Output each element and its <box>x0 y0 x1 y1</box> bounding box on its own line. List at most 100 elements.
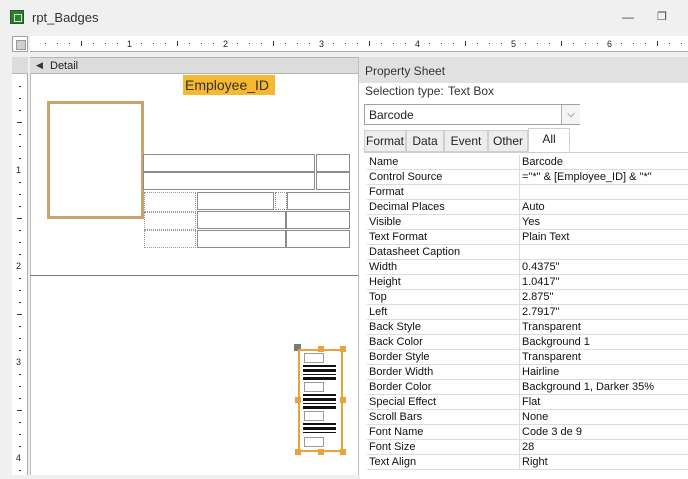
property-row[interactable]: Control Source ="*" & [Employee_ID] & "*" <box>367 170 688 185</box>
resize-handle[interactable] <box>318 449 324 455</box>
property-row[interactable]: Font Name Code 3 de 9 <box>367 425 688 440</box>
property-row[interactable]: Format <box>367 185 688 200</box>
field-box[interactable] <box>286 211 350 229</box>
field-box[interactable] <box>286 230 350 248</box>
control-selector-dropdown[interactable]: Barcode ⌵ <box>364 104 580 125</box>
property-value[interactable]: Barcode <box>522 156 563 168</box>
detail-section-bar[interactable]: ◀ Detail <box>30 57 360 74</box>
property-value[interactable]: 28 <box>522 441 534 453</box>
field-box[interactable] <box>316 172 350 190</box>
photo-frame[interactable] <box>47 101 144 219</box>
ruler-tick <box>429 43 430 44</box>
property-value[interactable]: Background 1, Darker 35% <box>522 381 654 393</box>
employee-id-textbox[interactable]: Employee_ID <box>183 75 275 95</box>
field-box[interactable] <box>197 211 286 229</box>
field-box[interactable] <box>143 172 315 190</box>
property-value[interactable]: 1.0417" <box>522 276 560 288</box>
horizontal-ruler[interactable]: 1 2 3 4 5 6 <box>30 36 688 52</box>
property-value[interactable]: 0.4375" <box>522 261 560 273</box>
property-value[interactable]: Code 3 de 9 <box>522 426 582 438</box>
column-divider <box>519 395 520 410</box>
property-value[interactable]: Hairline <box>522 366 559 378</box>
property-row[interactable]: Text Format Plain Text <box>367 230 688 245</box>
property-row[interactable]: Datasheet Caption <box>367 245 688 260</box>
barcode-bar <box>303 432 336 433</box>
property-value[interactable]: Flat <box>522 396 540 408</box>
property-row[interactable]: Height 1.0417" <box>367 275 688 290</box>
ruler-tick <box>441 43 442 44</box>
property-row[interactable]: Special Effect Flat <box>367 395 688 410</box>
property-value[interactable]: Yes <box>522 216 540 228</box>
property-value[interactable]: ="*" & [Employee_ID] & "*" <box>522 171 652 183</box>
ruler-tick <box>525 43 526 44</box>
property-value[interactable]: Transparent <box>522 351 581 363</box>
property-row[interactable]: Width 0.4375" <box>367 260 688 275</box>
resize-handle[interactable] <box>318 346 324 352</box>
tab-divider <box>364 152 688 153</box>
property-row[interactable]: Visible Yes <box>367 215 688 230</box>
ruler-tick <box>477 43 478 44</box>
tab-other[interactable]: Other <box>488 130 528 152</box>
property-value[interactable]: Right <box>522 456 548 468</box>
detail-section-label: Detail <box>50 60 79 72</box>
ruler-tick <box>17 314 22 315</box>
property-value[interactable]: None <box>522 411 548 423</box>
resize-handle[interactable] <box>340 397 346 403</box>
report-selector[interactable] <box>12 36 28 52</box>
field-box[interactable] <box>143 154 315 172</box>
property-name: Font Size <box>369 441 416 453</box>
resize-handle[interactable] <box>295 397 301 403</box>
chevron-down-icon[interactable]: ⌵ <box>561 105 580 124</box>
vertical-ruler[interactable]: 1 2 3 4 <box>12 74 28 479</box>
column-divider <box>519 320 520 335</box>
barcode-bar <box>303 403 336 404</box>
ruler-tick <box>153 43 154 44</box>
property-row[interactable]: Back Style Transparent <box>367 320 688 335</box>
resize-handle[interactable] <box>295 449 301 455</box>
field-box[interactable] <box>287 192 350 210</box>
property-row[interactable]: Left 2.7917" <box>367 305 688 320</box>
property-row[interactable]: Border Color Background 1, Darker 35% <box>367 380 688 395</box>
restore-button[interactable]: ❐ <box>654 9 670 25</box>
tab-format[interactable]: Format <box>364 130 406 152</box>
minimize-button[interactable]: — <box>620 9 636 25</box>
property-row[interactable]: Text Align Right <box>367 455 688 470</box>
section-selector[interactable] <box>12 57 28 74</box>
barcode-bar <box>303 377 336 380</box>
ruler-tick <box>177 41 178 46</box>
resize-handle[interactable] <box>340 449 346 455</box>
ruler-tick <box>17 218 22 219</box>
collapse-arrow-icon[interactable]: ◀ <box>36 60 43 71</box>
hidden-control[interactable] <box>144 192 196 212</box>
field-box[interactable] <box>316 154 350 172</box>
property-value[interactable]: 2.7917" <box>522 306 560 318</box>
tab-data[interactable]: Data <box>406 130 444 152</box>
property-value[interactable]: 2.875" <box>522 291 553 303</box>
tab-all[interactable]: All <box>528 128 570 152</box>
property-row[interactable]: Top 2.875" <box>367 290 688 305</box>
property-value[interactable]: Auto <box>522 201 545 213</box>
property-row[interactable]: Scroll Bars None <box>367 410 688 425</box>
property-row[interactable]: Font Size 28 <box>367 440 688 455</box>
tab-event[interactable]: Event <box>444 130 488 152</box>
ruler-tick <box>17 410 22 411</box>
hidden-control[interactable] <box>144 212 196 230</box>
field-box[interactable] <box>197 230 286 248</box>
property-row[interactable]: Name Barcode <box>367 155 688 170</box>
ruler-tick <box>465 41 466 46</box>
property-value[interactable]: Transparent <box>522 321 581 333</box>
property-row[interactable]: Back Color Background 1 <box>367 335 688 350</box>
ruler-tick <box>19 374 21 375</box>
ruler-tick <box>19 206 21 207</box>
field-box[interactable] <box>275 192 287 210</box>
field-box[interactable] <box>197 192 274 210</box>
hidden-control[interactable] <box>144 230 196 248</box>
ruler-tick <box>141 43 142 44</box>
barcode-textbox[interactable] <box>298 349 343 452</box>
property-row[interactable]: Border Style Transparent <box>367 350 688 365</box>
property-row[interactable]: Decimal Places Auto <box>367 200 688 215</box>
resize-handle[interactable] <box>340 346 346 352</box>
property-value[interactable]: Plain Text <box>522 231 570 243</box>
property-value[interactable]: Background 1 <box>522 336 590 348</box>
property-row[interactable]: Border Width Hairline <box>367 365 688 380</box>
